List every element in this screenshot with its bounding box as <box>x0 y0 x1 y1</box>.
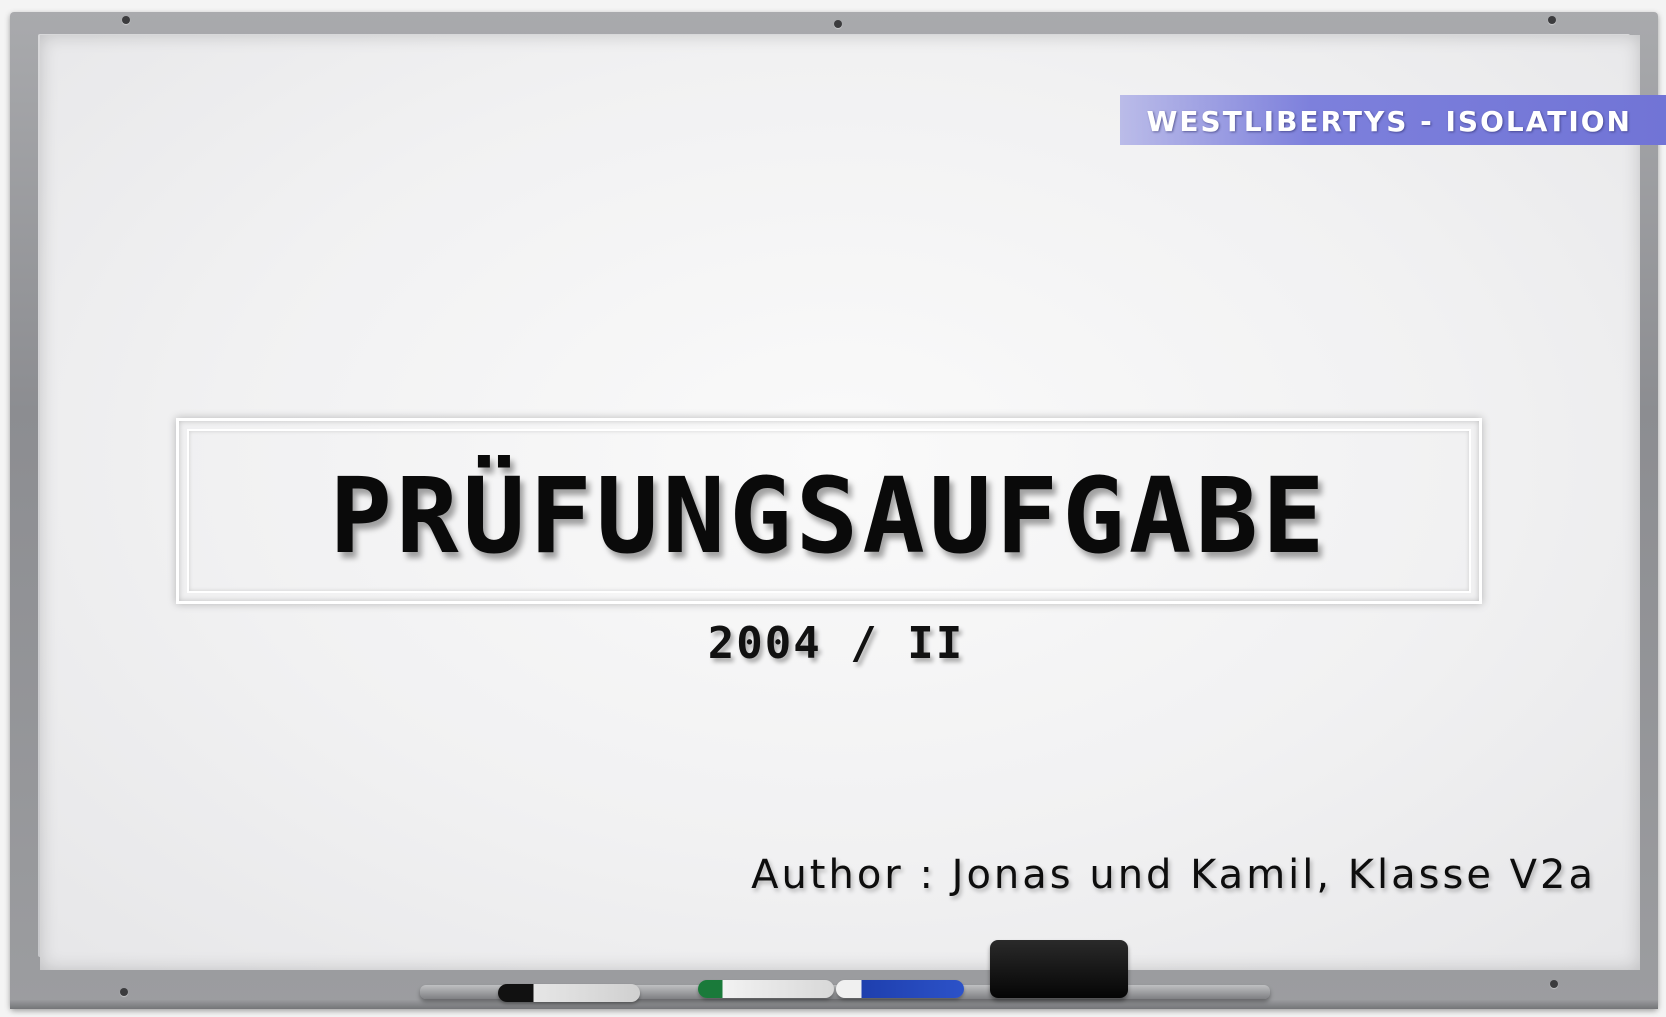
screw-icon <box>1550 980 1558 988</box>
author-line: Author : Jonas und Kamil, Klasse V2a <box>751 852 1596 898</box>
screw-icon <box>120 988 128 996</box>
video-tag-banner: WESTLIBERTYS - ISOLATION <box>1120 95 1666 145</box>
video-tag-text: WESTLIBERTYS - ISOLATION <box>1146 105 1632 138</box>
eraser-icon <box>990 940 1128 998</box>
screw-icon <box>122 16 130 24</box>
screw-icon <box>834 20 842 28</box>
whiteboard-bottom-rail <box>10 1000 1658 1009</box>
exam-year-label: 2004 / II <box>707 618 965 669</box>
page-title: PRÜFUNGSAUFGABE <box>329 455 1329 577</box>
screw-icon <box>1548 16 1556 24</box>
blue-marker-icon <box>836 980 964 998</box>
black-marker-icon <box>498 984 640 1002</box>
title-box: PRÜFUNGSAUFGABE <box>176 418 1482 604</box>
green-marker-icon <box>698 980 834 998</box>
